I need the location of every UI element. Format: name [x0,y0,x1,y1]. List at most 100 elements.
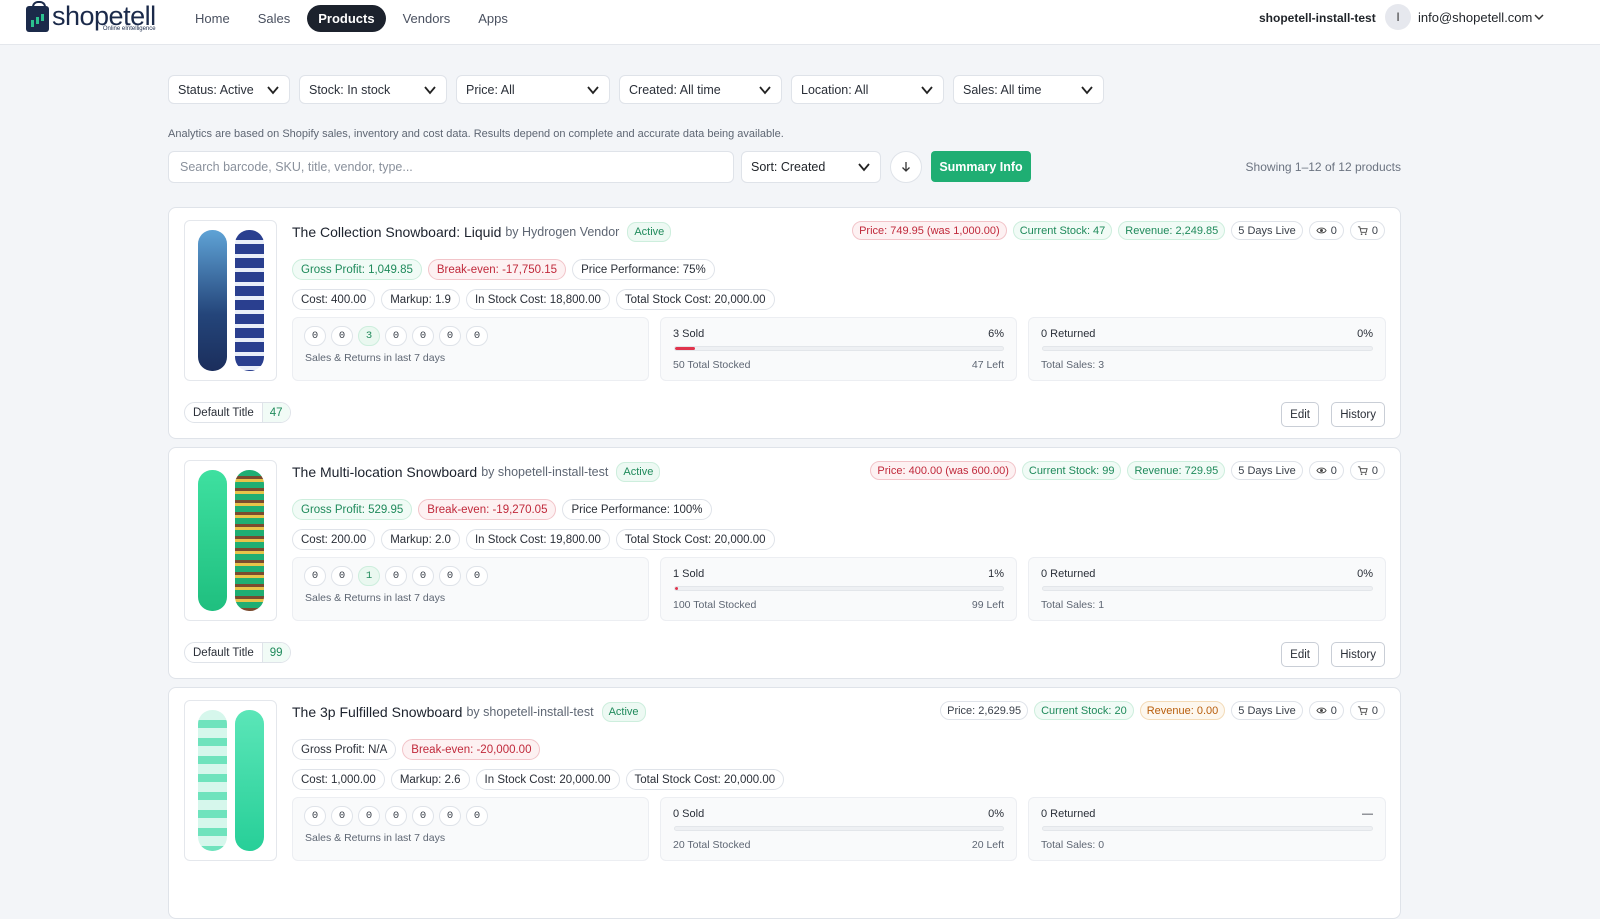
nav-vendors[interactable]: Vendors [392,5,462,32]
product-title[interactable]: The Multi-location Snowboard [292,464,477,480]
day-count: 0 [466,566,488,586]
views-badge: 0 [1308,461,1344,480]
total-sales: Total Sales: 1 [1041,599,1105,611]
snowboard-image [197,230,227,371]
sold-progress-bar [674,826,1004,831]
cost: Cost: 1,000.00 [292,769,385,790]
variant-quantity: 47 [261,403,290,422]
filter-location[interactable]: Location: All [791,75,944,104]
day-count: 0 [331,806,353,826]
eye-icon [1316,707,1327,714]
history-button[interactable]: History [1331,402,1385,427]
revenue-badge: Revenue: 2,249.85 [1118,221,1226,240]
days-live-badge: 5 Days Live [1231,701,1303,720]
product-thumbnail[interactable] [184,700,277,861]
day-count: 0 [385,566,407,586]
logo[interactable]: shopetell Online eIntelligence [26,1,156,32]
returned-progress-bar [1042,346,1373,351]
filter-price[interactable]: Price: All [456,75,610,104]
break-even: Break-even: -17,750.15 [427,259,567,280]
days-label: Sales & Returns in last 7 days [305,832,446,844]
product-title[interactable]: The Collection Snowboard: Liquid [292,224,501,240]
stock-badge: Current Stock: 20 [1034,701,1134,720]
returned-percent: — [1362,808,1373,820]
product-thumbnail[interactable] [184,460,277,621]
sold-panel: 1 Sold 1% 100 Total Stocked 99 Left [660,557,1017,621]
in-stock-cost: In Stock Cost: 18,800.00 [465,289,610,310]
sort-select[interactable]: Sort: Created [741,151,881,183]
variant-chip[interactable]: Default Title 99 [184,642,291,663]
cost: Cost: 200.00 [292,529,376,550]
search-input[interactable] [168,151,734,183]
units-left: 47 Left [971,359,1004,371]
product-card: The 3p Fulfilled Snowboard by shopetell-… [168,687,1401,919]
total-sales: Total Sales: 0 [1041,839,1105,851]
sold-panel: 0 Sold 0% 20 Total Stocked 20 Left [660,797,1017,861]
cart-icon [1357,706,1368,715]
eye-icon [1316,227,1327,234]
variant-chip[interactable]: Default Title 47 [184,402,291,423]
variant-name: Default Title [193,646,254,659]
product-badges: Price: 749.95 (was 1,000.00) Current Sto… [852,221,1385,240]
product-vendor: by shopetell-install-test [466,705,594,719]
edit-button[interactable]: Edit [1281,402,1319,427]
account-email[interactable]: info@shopetell.com [1418,10,1532,25]
total-stocked: 100 Total Stocked [673,599,757,611]
day-count: 0 [385,326,407,346]
summary-info-button[interactable]: Summary Info [931,151,1031,182]
cart-icon [1357,226,1368,235]
edit-button[interactable]: Edit [1281,642,1319,667]
snowboard-image [234,710,264,851]
stock-badge: Current Stock: 99 [1021,461,1122,480]
analytics-disclaimer: Analytics are based on Shopify sales, in… [168,128,784,140]
snowboard-image [197,470,227,611]
days-label: Sales & Returns in last 7 days [305,592,446,604]
nav-home[interactable]: Home [184,5,241,32]
snowboard-image [234,230,264,371]
day-count: 0 [304,326,326,346]
nav-apps[interactable]: Apps [467,5,519,32]
price-badge: Price: 749.95 (was 1,000.00) [852,221,1007,240]
returned-percent: 0% [1357,568,1373,580]
sort-direction-button[interactable] [890,151,922,183]
product-card: The Collection Snowboard: Liquid by Hydr… [168,207,1401,439]
returned-percent: 0% [1357,328,1373,340]
total-stocked: 20 Total Stocked [673,839,751,851]
chevron-down-icon [424,85,436,94]
status-badge: Active [616,462,661,482]
units-left: 20 Left [971,839,1004,851]
gross-profit: Gross Profit: 1,049.85 [292,259,422,280]
product-title[interactable]: The 3p Fulfilled Snowboard [292,704,462,720]
filter-created[interactable]: Created: All time [619,75,782,104]
top-bar: shopetell Online eIntelligence Home Sale… [0,0,1600,45]
revenue-badge: Revenue: 729.95 [1127,461,1226,480]
day-count: 1 [358,566,380,586]
snowboard-image [197,710,227,851]
eye-icon [1316,467,1327,474]
product-thumbnail[interactable] [184,220,277,381]
status-badge: Active [627,222,672,242]
stock-badge: Current Stock: 47 [1012,221,1113,240]
filter-status[interactable]: Status: Active [168,75,290,104]
returned-progress-bar [1042,826,1373,831]
views-badge: 0 [1308,221,1344,240]
cart-badge: 0 [1349,461,1385,480]
product-vendor: by Hydrogen Vendor [505,225,620,239]
filter-stock[interactable]: Stock: In stock [299,75,447,104]
nav-products[interactable]: Products [307,5,386,32]
sold-count: 1 Sold [673,568,705,580]
sales-returns-panel: 0 0 1 0 0 0 0 Sales & Returns in last 7 … [292,557,649,621]
sold-progress-bar [674,586,1004,591]
day-count: 3 [358,326,380,346]
cart-badge: 0 [1349,701,1385,720]
units-left: 99 Left [971,599,1004,611]
returned-count: 0 Returned [1041,328,1096,340]
history-button[interactable]: History [1331,642,1385,667]
in-stock-cost: In Stock Cost: 20,000.00 [475,769,620,790]
avatar[interactable]: I [1385,4,1411,30]
chevron-down-icon[interactable] [1533,11,1545,23]
nav-sales[interactable]: Sales [247,5,302,32]
chevron-down-icon [587,85,599,94]
filter-sales[interactable]: Sales: All time [953,75,1104,104]
store-name: shopetell-install-test [1259,11,1376,25]
